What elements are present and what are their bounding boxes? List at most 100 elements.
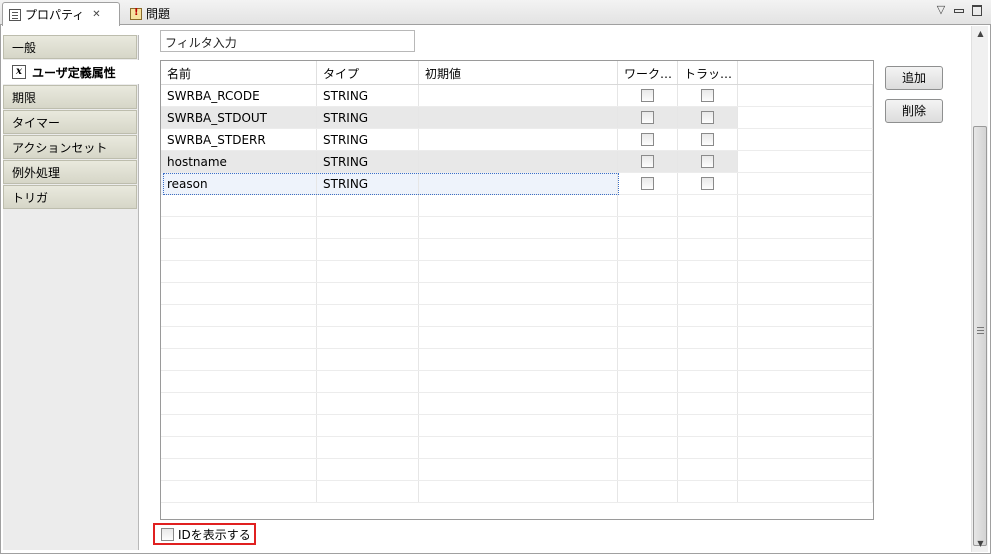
show-id-label: IDを表示する [178,527,251,542]
delete-button[interactable]: 削除 [885,99,943,123]
empty-row [161,437,873,459]
empty-row [161,371,873,393]
cell-name[interactable]: SWRBA_STDOUT [161,107,317,128]
sidebar-item-user-attributes[interactable]: x ユーザ定義属性 [3,60,140,84]
vertical-scrollbar[interactable]: ▲ ▼ [971,26,988,552]
table-header: 名前 タイプ 初期値 ワーク… トラッ… [161,61,873,85]
empty-row [161,283,873,305]
sidebar-item-label: トリガ [12,190,49,205]
tab-problems[interactable]: 問題 [124,2,180,25]
cell-filler [738,151,873,172]
table-row[interactable]: SWRBA_RCODE STRING [161,85,873,107]
cell-initial[interactable] [419,129,618,150]
column-header-filler [738,61,873,84]
cell-initial[interactable] [419,173,618,194]
work-checkbox[interactable] [641,111,654,124]
cell-work [618,151,678,172]
work-checkbox[interactable] [641,155,654,168]
column-header-name[interactable]: 名前 [161,61,317,84]
add-button[interactable]: 追加 [885,66,943,90]
column-header-track[interactable]: トラッ… [678,61,738,84]
cell-track [678,107,738,128]
empty-row [161,459,873,481]
tab-properties[interactable]: プロパティ ✕ [2,2,120,26]
work-checkbox[interactable] [641,177,654,190]
show-id-checkbox[interactable] [161,527,174,541]
main-panel: フィルタ入力 名前 タイプ 初期値 ワーク… トラッ… SWRBA_RCODE … [139,26,971,552]
sidebar-item-general[interactable]: 一般 [3,35,137,59]
sidebar-item-action-set[interactable]: アクションセット [3,135,137,159]
table-row-selected[interactable]: reason STRING [161,173,873,195]
close-icon[interactable]: ✕ [92,9,100,20]
cell-work [618,85,678,106]
track-checkbox[interactable] [701,89,714,102]
empty-row [161,239,873,261]
empty-row [161,481,873,503]
cell-track [678,129,738,150]
maximize-icon[interactable] [971,4,983,16]
cell-type[interactable]: STRING [317,107,419,128]
column-header-type[interactable]: タイプ [317,61,419,84]
track-checkbox[interactable] [701,177,714,190]
sidebar-item-trigger[interactable]: トリガ [3,185,137,209]
attributes-table: 名前 タイプ 初期値 ワーク… トラッ… SWRBA_RCODE STRING … [160,60,874,520]
window-controls: ▽ [935,4,983,16]
empty-row [161,349,873,371]
track-checkbox[interactable] [701,155,714,168]
problems-icon [130,7,142,20]
scrollbar-thumb[interactable] [973,126,987,546]
empty-row [161,327,873,349]
cell-initial[interactable] [419,85,618,106]
sidebar-item-label: ユーザ定義属性 [32,65,116,80]
cell-work [618,129,678,150]
filter-input[interactable]: フィルタ入力 [160,30,415,52]
cell-name[interactable]: SWRBA_RCODE [161,85,317,106]
empty-row [161,217,873,239]
cell-type[interactable]: STRING [317,173,419,194]
cell-work [618,107,678,128]
empty-row [161,393,873,415]
cell-filler [738,85,873,106]
cell-name[interactable]: SWRBA_STDERR [161,129,317,150]
empty-row [161,305,873,327]
track-checkbox[interactable] [701,111,714,124]
track-checkbox[interactable] [701,133,714,146]
cell-track [678,173,738,194]
section-sidebar: 一般 x ユーザ定義属性 期限 タイマー アクションセット 例外処理 トリガ [3,35,140,550]
view-menu-icon[interactable]: ▽ [935,4,947,16]
cell-initial[interactable] [419,151,618,172]
work-checkbox[interactable] [641,133,654,146]
empty-row [161,195,873,217]
table-body: SWRBA_RCODE STRING SWRBA_STDOUT STRING S… [161,85,873,503]
sidebar-item-exception[interactable]: 例外処理 [3,160,137,184]
variable-icon: x [12,65,26,79]
cell-initial[interactable] [419,107,618,128]
cell-name[interactable]: reason [161,173,317,194]
cell-type[interactable]: STRING [317,85,419,106]
minimize-icon[interactable] [953,4,965,16]
cell-type[interactable]: STRING [317,129,419,150]
table-row[interactable]: SWRBA_STDERR STRING [161,129,873,151]
sidebar-item-label: アクションセット [12,140,108,155]
cell-filler [738,129,873,150]
cell-work [618,173,678,194]
sidebar-item-deadline[interactable]: 期限 [3,85,137,109]
table-row[interactable]: SWRBA_STDOUT STRING [161,107,873,129]
column-header-initial[interactable]: 初期値 [419,61,618,84]
cell-name[interactable]: hostname [161,151,317,172]
sidebar-item-timer[interactable]: タイマー [3,110,137,134]
tab-problems-label: 問題 [146,7,171,21]
empty-row [161,261,873,283]
table-row[interactable]: hostname STRING [161,151,873,173]
cell-track [678,85,738,106]
view-tab-bar: プロパティ ✕ 問題 ▽ [0,0,991,26]
cell-track [678,151,738,172]
cell-type[interactable]: STRING [317,151,419,172]
scroll-up-icon[interactable]: ▲ [972,26,989,42]
work-checkbox[interactable] [641,89,654,102]
scroll-down-icon[interactable]: ▼ [972,536,989,552]
column-header-work[interactable]: ワーク… [618,61,678,84]
show-id-checkbox-group[interactable]: IDを表示する [153,523,256,545]
cell-filler [738,107,873,128]
grip-icon [977,327,984,334]
